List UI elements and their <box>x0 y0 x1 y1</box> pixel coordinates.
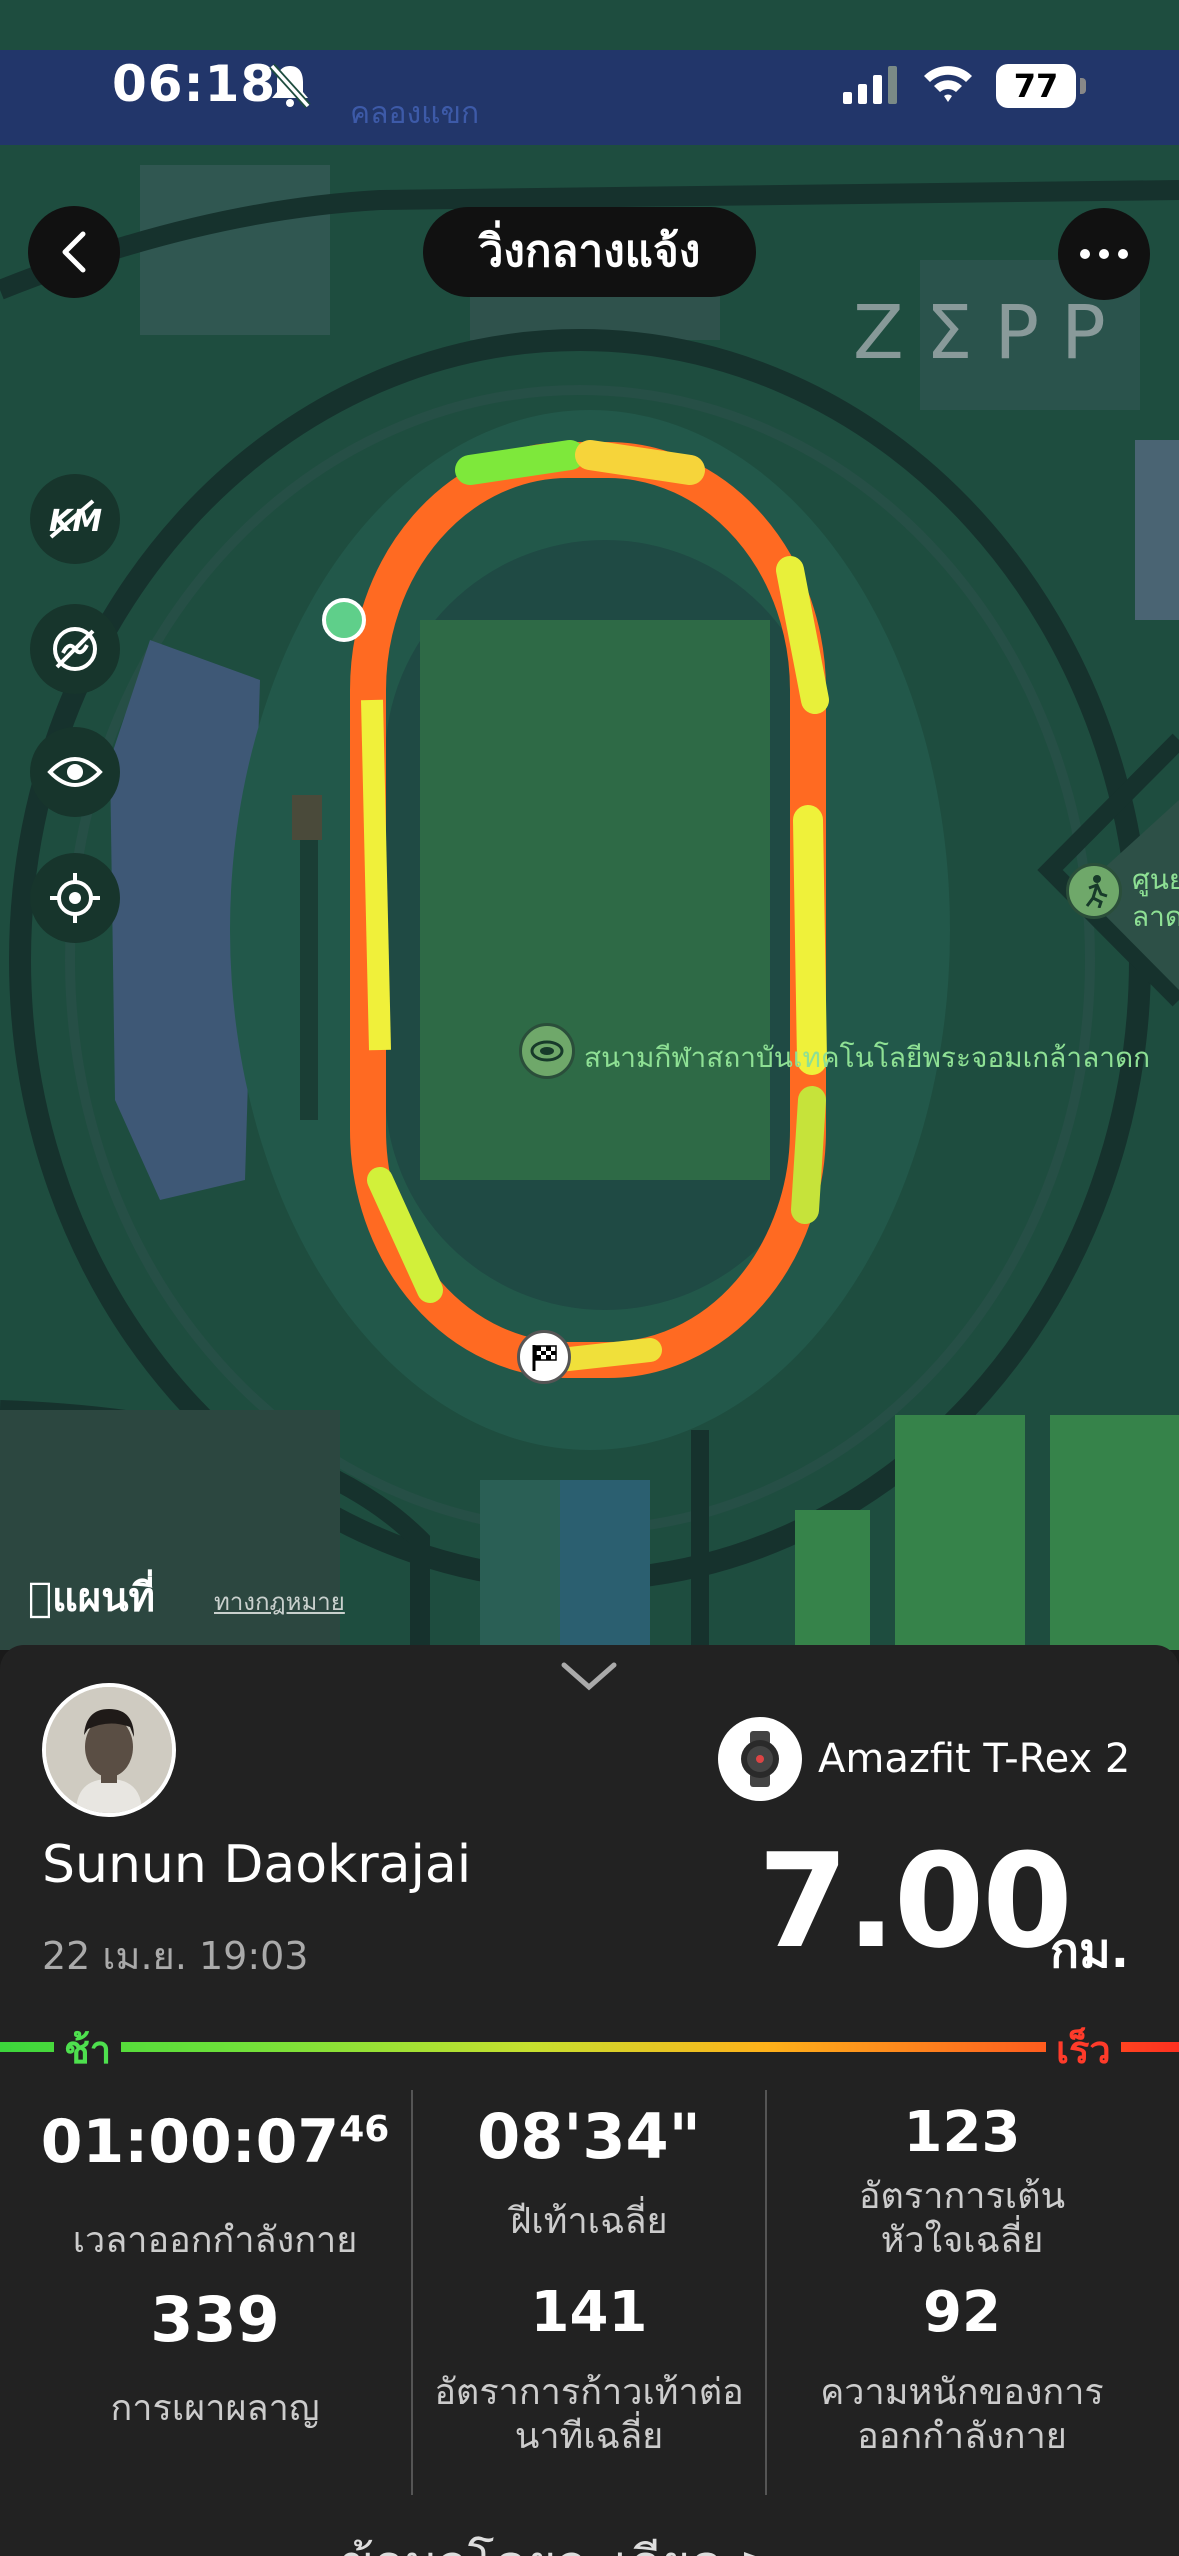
duration-main: 01:00:07 <box>40 2107 340 2177</box>
collapse-panel-button[interactable] <box>560 1659 618 1697</box>
locate-icon <box>50 873 100 923</box>
user-name: Sunun Daokrajai <box>42 1835 472 1895</box>
detailed-data-link[interactable]: ข้อมูลโดยละเอียด > <box>340 2525 781 2556</box>
pace-color-scale <box>0 2042 1179 2052</box>
fast-label: เร็ว <box>1046 2019 1121 2080</box>
duration-fraction: 46 <box>339 2109 390 2150</box>
maps-brand-label: แผนที่ <box>28 1575 155 1621</box>
wifi-icon <box>922 62 974 108</box>
start-marker-icon <box>322 598 366 642</box>
training-load-label-line2: ออกกำลังกาย <box>857 2416 1067 2457</box>
cadence-value: 141 <box>530 2280 648 2345</box>
heart-rate-value: 123 <box>903 2100 1021 2165</box>
training-load-label-line1: ความหนักของการ <box>820 2372 1104 2413</box>
chevron-left-icon <box>62 231 86 273</box>
side-place-label-2: ลาด <box>1132 900 1179 933</box>
km-markers-toggle-button[interactable]: KM <box>30 474 120 564</box>
cadence-label-line1: อัตราการก้าวเท้าต่อ <box>434 2372 744 2413</box>
battery-level: 77 <box>996 64 1086 108</box>
apple-logo-icon:  <box>28 1575 52 1621</box>
cellular-signal-icon <box>843 66 899 108</box>
slow-label: ช้า <box>54 2019 122 2080</box>
workout-summary-panel: Amazfit T-Rex 2 Sunun Daokrajai 22 เม.ย.… <box>0 1645 1179 2556</box>
device-badge[interactable]: Amazfit T-Rex 2 <box>718 1717 1130 1801</box>
stadium-label: สนามกีฬาสถาบันเทคโนโลยีพระจอมเกล้าลาดก <box>584 1041 1151 1074</box>
route-map[interactable]: สนามกีฬาสถาบันเทคโนโลยีพระจอมเกล้าลาดก ศ… <box>0 0 1179 1650</box>
watch-icon <box>718 1717 802 1801</box>
heart-rate-label-line1: อัตราการเต้น <box>858 2176 1066 2217</box>
status-bar: 06:18 คลองแขก 77 <box>0 0 1179 150</box>
duration-value: 01:00:0746 <box>20 2107 410 2177</box>
apple-maps-attribution: แผนที่ <box>28 1565 155 1629</box>
workout-title: วิ่งกลางแจ้ง <box>423 207 756 297</box>
pace-value: 08'34" <box>477 2100 701 2173</box>
hide-route-icon <box>53 627 97 671</box>
legal-link[interactable]: ทางกฎหมาย <box>214 1582 345 1621</box>
duration-label: เวลาออกกำลังกาย <box>72 2220 358 2261</box>
distance-unit: กม. <box>1050 1923 1129 1979</box>
pace-label: ฝีเท้าเฉลี่ย <box>510 2201 668 2242</box>
heart-rate-label-line2: หัวใจเฉลี่ย <box>880 2220 1044 2261</box>
bell-slash-icon <box>268 62 318 112</box>
ellipsis-icon <box>1080 249 1128 259</box>
calories-label: การเผาผลาญ <box>110 2388 320 2429</box>
back-button[interactable] <box>28 206 120 298</box>
chevron-down-icon <box>561 1662 617 1691</box>
visibility-button[interactable] <box>30 727 120 817</box>
calories-value: 339 <box>150 2283 280 2356</box>
status-time: 06:18 <box>112 55 277 113</box>
runner-poi-icon[interactable] <box>1066 863 1122 919</box>
workout-date: 22 เม.ย. 19:03 <box>42 1934 309 1978</box>
zepp-logo: ZΣPP <box>853 290 1128 376</box>
street-label: คลองแขก <box>350 96 480 131</box>
distance-value: 7.00 <box>758 1825 1073 1977</box>
training-load-value: 92 <box>923 2280 1001 2345</box>
eye-icon <box>47 757 103 787</box>
cadence-label-line2: นาทีเฉลี่ย <box>514 2416 664 2457</box>
locate-button[interactable] <box>30 853 120 943</box>
hide-route-button[interactable] <box>30 604 120 694</box>
more-options-button[interactable] <box>1058 208 1150 300</box>
avatar[interactable] <box>42 1683 176 1817</box>
user-photo <box>46 1687 172 1813</box>
finish-flag-icon <box>517 1330 571 1384</box>
stadium-poi-icon[interactable] <box>519 1023 575 1079</box>
device-name: Amazfit T-Rex 2 <box>818 1736 1131 1782</box>
km-markers-toggle-icon: KM <box>49 499 102 539</box>
